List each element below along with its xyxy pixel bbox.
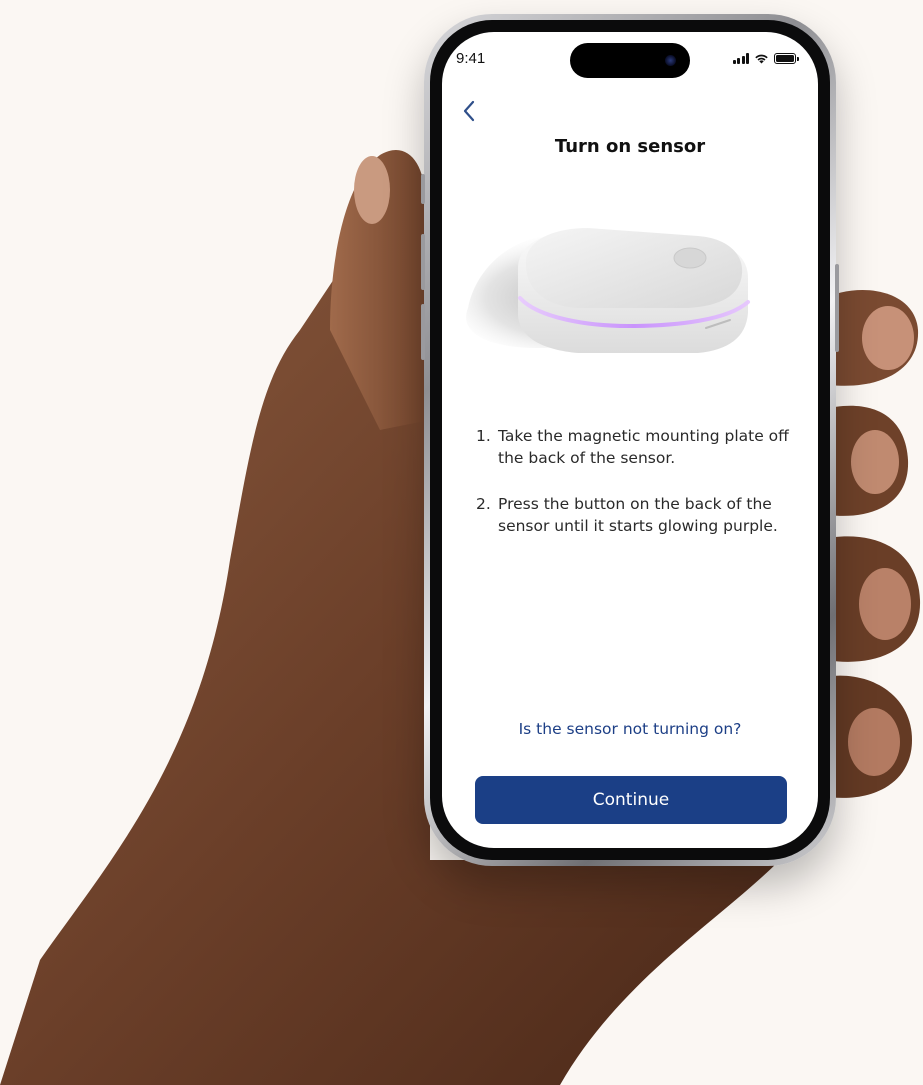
mockup-stage: 9:41 Turn on sensor 1. Take the magnetic… (0, 0, 923, 1085)
phone-frame: 9:41 Turn on sensor 1. Take the magnetic… (421, 14, 839, 866)
list-item: 1. Take the magnetic mounting plate off … (476, 425, 794, 469)
sensor-help-link[interactable]: Is the sensor not turning on? (442, 720, 818, 738)
phone-action-button (421, 174, 425, 204)
wifi-icon (755, 54, 768, 64)
page-title: Turn on sensor (554, 136, 706, 157)
continue-button[interactable]: Continue (475, 776, 787, 824)
step-text: Take the magnetic mounting plate off the… (498, 427, 789, 467)
signal-icon (732, 53, 749, 64)
phone-volume-up-button (421, 234, 425, 290)
chevron-left-icon (463, 100, 475, 122)
phone-power-button (835, 264, 839, 352)
list-item: 2. Press the button on the back of the s… (476, 493, 794, 537)
step-text: Press the button on the back of the sens… (498, 495, 778, 535)
status-time: 9:41 (456, 50, 486, 67)
back-button[interactable] (456, 98, 482, 124)
step-number: 1. (476, 427, 491, 445)
status-icons (732, 52, 799, 64)
instruction-list: 1. Take the magnetic mounting plate off … (476, 425, 794, 561)
battery-icon (774, 53, 799, 64)
dynamic-island (570, 43, 690, 78)
app-screen: 9:41 Turn on sensor 1. Take the magnetic… (442, 32, 818, 848)
step-number: 2. (476, 495, 491, 513)
front-camera-icon (665, 55, 676, 66)
sensor-device-image (466, 228, 750, 353)
phone-volume-down-button (421, 304, 425, 360)
